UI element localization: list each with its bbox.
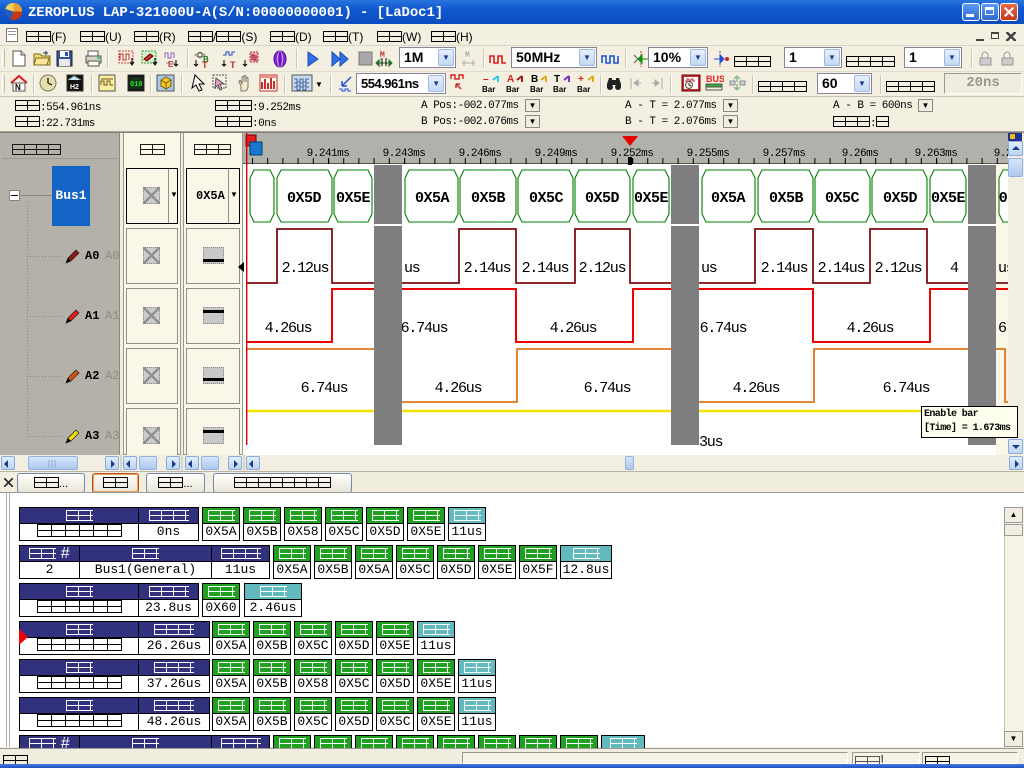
svg-text:–: – — [483, 74, 489, 85]
svg-text:A: A — [507, 74, 514, 85]
svg-text:4.26us: 4.26us — [435, 380, 482, 397]
svg-text:E: E — [168, 60, 174, 68]
svg-text:0X5A: 0X5A — [415, 190, 450, 207]
svg-text:010: 010 — [130, 81, 143, 89]
svg-text:0X5B: 0X5B — [769, 190, 804, 207]
svg-text:us: us — [701, 260, 717, 277]
svg-text:4: 4 — [950, 260, 959, 277]
svg-text:M: M — [465, 51, 470, 60]
svg-text:Bar: Bar — [482, 85, 495, 94]
svg-text:Bar: Bar — [553, 85, 566, 94]
svg-text:0X5E: 0X5E — [931, 190, 966, 207]
svg-text:0X5A: 0X5A — [711, 190, 746, 207]
svg-text:H2: H2 — [70, 84, 79, 91]
svg-text:4.26us: 4.26us — [733, 380, 780, 397]
svg-text:0X5D: 0X5D — [585, 190, 620, 207]
svg-text:0X5D: 0X5D — [287, 190, 322, 207]
svg-text:BUS: BUS — [706, 74, 724, 84]
svg-text:2.12us: 2.12us — [875, 260, 922, 277]
svg-text:3us: 3us — [699, 434, 723, 451]
svg-text:6.74us: 6.74us — [700, 320, 747, 337]
svg-text:0X5D: 0X5D — [883, 190, 918, 207]
svg-text:Bar: Bar — [530, 85, 543, 94]
svg-text:0X5B: 0X5B — [471, 190, 506, 207]
svg-text:us: us — [998, 260, 1008, 277]
svg-text:6.74us: 6.74us — [584, 380, 631, 397]
svg-text:6.74us: 6.74us — [883, 380, 930, 397]
svg-text:B: B — [531, 74, 538, 85]
svg-text:T: T — [202, 60, 208, 68]
svg-text:0X5E: 0X5E — [634, 190, 669, 207]
svg-text:4.26us: 4.26us — [265, 320, 312, 337]
svg-text:2.14us: 2.14us — [522, 260, 569, 277]
svg-text:9.266m: 9.266m — [994, 148, 1008, 160]
svg-text:6.: 6. — [998, 320, 1008, 337]
svg-text:us: us — [404, 260, 420, 277]
svg-text:6.74us: 6.74us — [401, 320, 448, 337]
svg-text:2.14us: 2.14us — [818, 260, 865, 277]
svg-text:T: T — [230, 60, 236, 68]
svg-text:0X5E: 0X5E — [336, 190, 371, 207]
svg-text:N: N — [15, 83, 21, 92]
svg-text:4.26us: 4.26us — [550, 320, 597, 337]
svg-text:T: T — [554, 74, 560, 85]
svg-text:Bar: Bar — [577, 85, 590, 94]
svg-text:0: 0 — [999, 190, 1008, 207]
svg-text:2.12us: 2.12us — [579, 260, 626, 277]
svg-text:2.12us: 2.12us — [282, 260, 329, 277]
svg-text:0X5C: 0X5C — [529, 190, 564, 207]
svg-text:0X5C: 0X5C — [825, 190, 860, 207]
svg-text:2.14us: 2.14us — [761, 260, 808, 277]
svg-text:2.14us: 2.14us — [464, 260, 511, 277]
svg-text:4.26us: 4.26us — [847, 320, 894, 337]
svg-text:Bar: Bar — [506, 85, 519, 94]
svg-text:+: + — [578, 74, 584, 85]
svg-text:6.74us: 6.74us — [301, 380, 348, 397]
